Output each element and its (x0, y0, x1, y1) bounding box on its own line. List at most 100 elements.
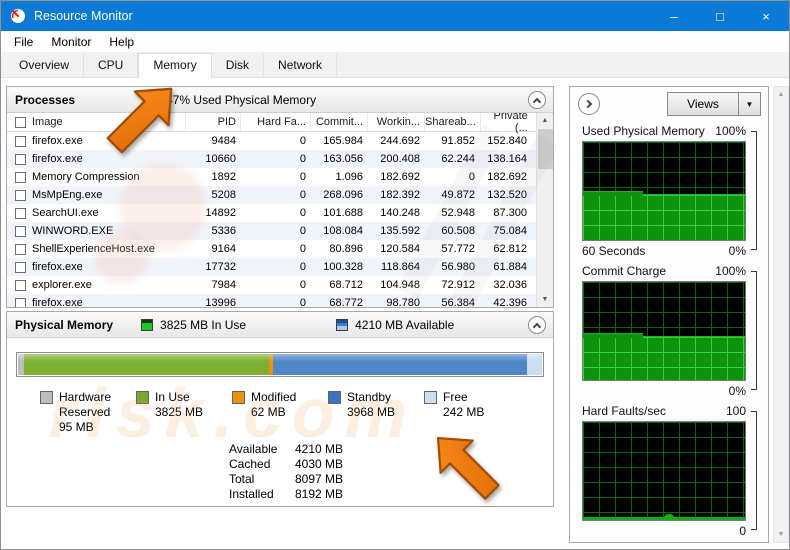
tab-disk[interactable]: Disk (212, 54, 265, 77)
views-label[interactable]: Views (668, 93, 738, 115)
column-header-2[interactable]: Hard Fa... (240, 113, 310, 131)
cell-value: 200.408 (380, 153, 420, 165)
legend-swatch-icon (136, 391, 149, 404)
graph-axis-bracket (751, 131, 757, 250)
cell-value: 244.692 (380, 135, 420, 147)
graph-x-label: 60 Seconds (582, 244, 646, 258)
graph-max-label: 100 (725, 404, 746, 418)
column-header-4[interactable]: Workin... (367, 113, 424, 131)
process-row[interactable]: MsMpEng.exe 5208 0 268.096 182.392 49.872 132.… (7, 186, 536, 204)
cell-value: 42.396 (493, 297, 527, 307)
cell-value: 7984 (211, 279, 236, 291)
legend-item-3: Standby 3968 MB (328, 390, 424, 435)
legend-swatch-icon (40, 391, 53, 404)
menu-monitor[interactable]: Monitor (42, 32, 100, 52)
tab-overview[interactable]: Overview (5, 54, 85, 77)
scrollbar-thumb[interactable] (538, 129, 553, 169)
process-row[interactable]: explorer.exe 7984 0 68.712 104.948 72.912 32.0… (7, 276, 536, 294)
cell-value: 0 (299, 297, 306, 307)
cell-value: 120.584 (380, 243, 420, 255)
column-header-3[interactable]: Commit... (310, 113, 367, 131)
cell-value: 91.852 (441, 135, 475, 147)
memory-bar-segment-3 (273, 354, 527, 375)
cell-value: 165.984 (323, 135, 363, 147)
cell-value: 132.520 (487, 189, 527, 201)
expand-sidebar-button[interactable] (578, 93, 600, 115)
cell-value: 182.692 (487, 171, 527, 183)
cell-value: 0 (468, 171, 475, 183)
window-scrollbar[interactable]: ▲ ▼ (773, 86, 789, 543)
menu-help[interactable]: Help (100, 32, 143, 52)
column-header-label: Image (32, 116, 63, 128)
graph-axis-bracket (751, 411, 757, 530)
scroll-up-icon[interactable]: ▲ (537, 113, 553, 128)
row-checkbox[interactable] (15, 153, 26, 165)
row-checkbox[interactable] (15, 135, 26, 147)
graph-bottom-row: 0% (582, 381, 746, 401)
graph-bottom-row: 60 Seconds 0% (582, 241, 746, 261)
stat-row: Total 8097 MB (229, 472, 343, 487)
views-button[interactable]: Views ▼ (667, 92, 761, 116)
legend-line: Free (443, 390, 468, 404)
legend-line: 3968 MB (347, 405, 396, 419)
process-row[interactable]: SearchUI.exe 14892 0 101.688 140.248 52.948 87… (7, 204, 536, 222)
legend-line: Standby (347, 390, 392, 404)
cell-value: 108.084 (323, 225, 363, 237)
cell-value: 62.244 (441, 153, 475, 165)
physical-memory-header[interactable]: Physical Memory 3825 MB In Use 4210 MB A… (7, 312, 553, 338)
minimize-button[interactable]: – (651, 1, 697, 31)
cell-value: 182.392 (380, 189, 420, 201)
row-checkbox[interactable] (15, 279, 26, 291)
table-scrollbar[interactable]: ▲ ▼ (536, 113, 553, 307)
row-checkbox[interactable] (15, 261, 26, 273)
process-row[interactable]: firefox.exe 17732 0 100.328 118.864 56.980 61.… (7, 258, 536, 276)
scroll-down-icon[interactable]: ▼ (537, 292, 553, 307)
maximize-button[interactable]: □ (697, 1, 743, 31)
cell-value: 104.948 (380, 279, 420, 291)
cell-image: firefox.exe (7, 297, 185, 307)
graph-title-row: Used Physical Memory 100% (582, 121, 746, 141)
views-dropdown-icon[interactable]: ▼ (738, 93, 760, 115)
row-checkbox[interactable] (15, 297, 26, 307)
row-checkbox[interactable] (15, 171, 26, 183)
process-row[interactable]: WINWORD.EXE 5336 0 108.084 135.592 60.508 75.0… (7, 222, 536, 240)
collapse-memory-button[interactable] (528, 315, 546, 334)
annotation-arrow-memory-tab (106, 87, 173, 154)
stat-label: Total (229, 472, 255, 486)
process-name: SearchUI.exe (32, 207, 99, 219)
close-button[interactable]: × (743, 1, 789, 31)
row-checkbox[interactable] (15, 225, 26, 237)
scroll-up-icon[interactable]: ▲ (774, 87, 788, 102)
menu-file[interactable]: File (5, 32, 42, 52)
cell-value: 100.328 (323, 261, 363, 273)
cell-value: 62.812 (493, 243, 527, 255)
legend-item-2: Modified 62 MB (232, 390, 328, 435)
memory-usage-bar (16, 352, 544, 377)
graph-commit-charge: Commit Charge 100% 0% (582, 261, 760, 401)
row-checkbox[interactable] (15, 243, 26, 255)
stat-value: 8192 MB (295, 487, 344, 501)
process-row[interactable]: firefox.exe 13996 0 68.772 98.780 56.384 42.39… (7, 294, 536, 307)
row-checkbox[interactable] (15, 189, 26, 201)
legend-line: In Use (155, 390, 190, 404)
cell-value: 14892 (205, 207, 236, 219)
process-row[interactable]: Memory Compression 1892 0 1.096 182.692 0 182.… (7, 168, 536, 186)
stat-row: Available 4210 MB (229, 442, 343, 457)
memory-bar-segment-4 (526, 354, 542, 375)
in-use-label: 3825 MB In Use (160, 317, 247, 332)
collapse-processes-button[interactable] (528, 90, 546, 109)
header-checkbox[interactable] (15, 116, 26, 128)
column-header-5[interactable]: Shareab... (424, 113, 480, 131)
legend-swatch-icon (328, 391, 341, 404)
column-header-6[interactable]: Private (... (479, 113, 532, 134)
graph-spike (664, 514, 674, 520)
process-name: WINWORD.EXE (32, 225, 114, 237)
row-checkbox[interactable] (15, 207, 26, 219)
scroll-down-icon[interactable]: ▼ (774, 527, 788, 542)
process-row[interactable]: ShellExperienceHost.exe 9164 0 80.896 120.58… (7, 240, 536, 258)
process-name: MsMpEng.exe (32, 189, 103, 201)
process-name: Memory Compression (32, 171, 140, 183)
cell-value: 0 (299, 243, 306, 255)
tab-network[interactable]: Network (264, 54, 338, 77)
chevron-right-icon (583, 99, 593, 109)
